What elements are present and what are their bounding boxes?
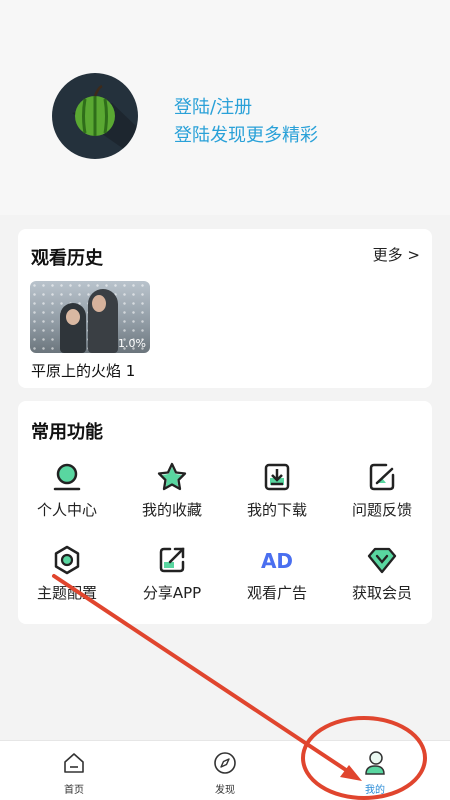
- vip-icon: [367, 547, 397, 574]
- tab-discover[interactable]: 发现: [185, 741, 265, 800]
- share-icon: [159, 547, 185, 573]
- functions-card: 常用功能 个人中心 我的收藏 我的下载 问题反馈 主题配置 分享APP AD 观…: [18, 401, 432, 624]
- func-downloads[interactable]: 我的下载: [229, 461, 325, 521]
- watermelon-icon: [72, 84, 138, 159]
- tab-home[interactable]: 首页: [34, 741, 114, 800]
- history-thumbnail[interactable]: 1.0%: [30, 281, 150, 353]
- compass-icon: [214, 752, 236, 774]
- download-icon: [264, 463, 290, 491]
- bottom-tab-bar: 首页 发现 我的: [0, 740, 450, 800]
- watch-history-card: 观看历史 更多 > 1.0% 平原上的火焰 1: [18, 229, 432, 388]
- history-more-link[interactable]: 更多 >: [373, 244, 420, 265]
- ad-icon: AD: [261, 549, 293, 573]
- functions-title: 常用功能: [31, 422, 103, 443]
- func-favorites[interactable]: 我的收藏: [124, 461, 220, 521]
- history-progress: 1.0%: [118, 337, 146, 350]
- func-get-vip[interactable]: 获取会员: [334, 544, 430, 604]
- login-register-link[interactable]: 登陆/注册: [174, 93, 252, 119]
- history-title: 观看历史: [31, 248, 103, 269]
- svg-text:AD: AD: [261, 549, 293, 573]
- func-personal-center[interactable]: 个人中心: [19, 461, 115, 521]
- profile-header: 登陆/注册 登陆发现更多精彩: [0, 0, 450, 215]
- person-icon: [53, 463, 81, 491]
- func-share-app[interactable]: 分享APP: [124, 544, 220, 604]
- func-watch-ad[interactable]: AD 观看广告: [229, 544, 325, 604]
- history-item-title[interactable]: 平原上的火焰 1: [31, 360, 135, 381]
- profile-icon: [365, 751, 385, 775]
- star-icon: [157, 462, 187, 491]
- avatar[interactable]: [52, 73, 138, 159]
- func-feedback[interactable]: 问题反馈: [334, 461, 430, 521]
- func-theme-config[interactable]: 主题配置: [19, 544, 115, 604]
- theme-icon: [54, 545, 80, 575]
- tab-mine[interactable]: 我的: [335, 741, 415, 800]
- feedback-icon: [369, 463, 395, 491]
- login-subtitle[interactable]: 登陆发现更多精彩: [174, 121, 318, 147]
- home-icon: [64, 753, 84, 773]
